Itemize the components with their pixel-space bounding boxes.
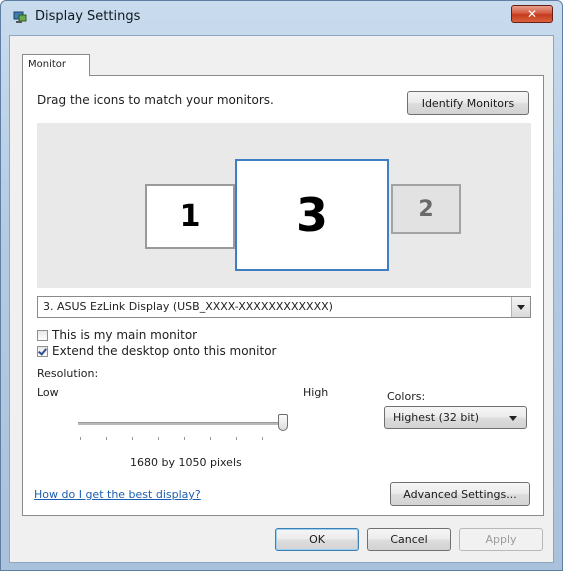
display-settings-icon <box>13 11 27 23</box>
title-bar[interactable]: Display Settings ✕ <box>1 1 562 35</box>
window-title: Display Settings <box>35 9 141 24</box>
panel-overlay: 1680 by 1050 pixels Colors: Highest (32 … <box>20 73 542 543</box>
slider-tick <box>262 437 263 440</box>
colors-label: Colors: <box>387 390 426 403</box>
colors-select[interactable]: Highest (32 bit) <box>384 406 527 429</box>
apply-button[interactable]: Apply <box>459 528 543 551</box>
cancel-button[interactable]: Cancel <box>367 528 451 551</box>
slider-tick <box>80 437 81 440</box>
tab-monitor[interactable]: Monitor <box>22 54 90 76</box>
resolution-value: 1680 by 1050 pixels <box>130 456 242 469</box>
colors-select-value: Highest (32 bit) <box>393 411 480 424</box>
slider-tick <box>210 437 211 440</box>
ok-button[interactable]: OK <box>275 528 359 551</box>
slider-tick <box>106 437 107 440</box>
resolution-slider-track[interactable] <box>78 422 286 425</box>
resolution-slider-thumb[interactable] <box>278 414 288 431</box>
slider-tick <box>236 437 237 440</box>
close-icon: ✕ <box>526 7 538 21</box>
monitor-icon-3[interactable]: 3 <box>235 159 389 271</box>
slider-tick <box>132 437 133 440</box>
best-display-help-link[interactable]: How do I get the best display? <box>34 488 201 501</box>
slider-tick <box>158 437 159 440</box>
close-button[interactable]: ✕ <box>511 5 553 23</box>
slider-tick <box>184 437 185 440</box>
advanced-settings-button[interactable]: Advanced Settings... <box>390 482 530 506</box>
chevron-down-icon <box>509 416 517 421</box>
